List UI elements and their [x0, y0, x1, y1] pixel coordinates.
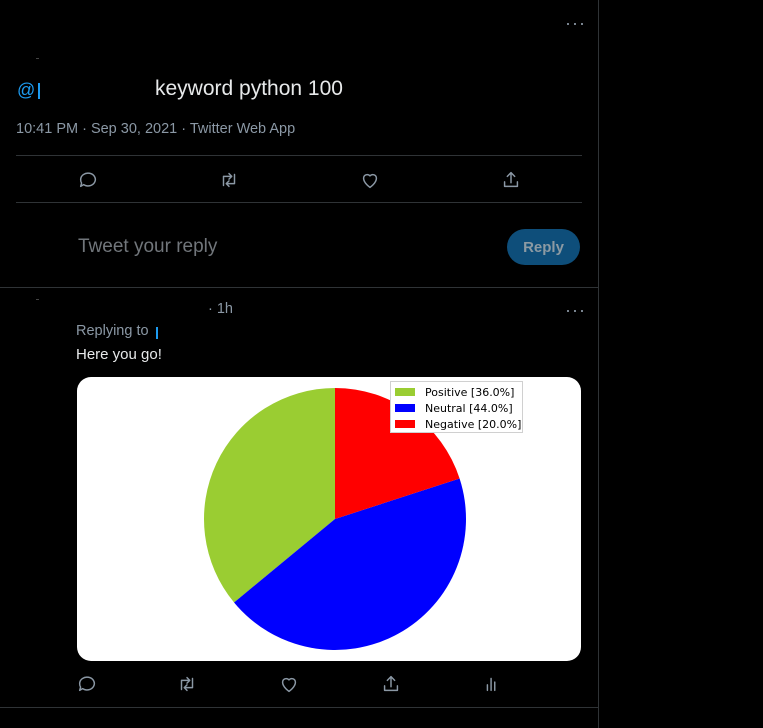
- retweet-icon[interactable]: [176, 673, 198, 695]
- tweet-more-button[interactable]: ···: [565, 14, 586, 32]
- legend-label-negative: Negative [20.0%]: [425, 417, 522, 431]
- legend-swatch-positive: [395, 388, 415, 396]
- chart-card[interactable]: Positive [36.0%] Neutral [44.0%] Negativ…: [77, 377, 581, 661]
- comment-icon[interactable]: [76, 673, 98, 695]
- legend-label-neutral: Neutral [44.0%]: [425, 401, 513, 415]
- legend-item-negative: Negative [20.0%]: [395, 417, 521, 431]
- divider: [16, 155, 582, 156]
- handle-cursor-fragment: [38, 83, 40, 99]
- legend-item-positive: Positive [36.0%]: [395, 385, 514, 399]
- tweet-meta: 10:41 PM · Sep 30, 2021 · Twitter Web Ap…: [16, 121, 296, 137]
- divider: [0, 287, 598, 288]
- share-icon[interactable]: [500, 169, 522, 191]
- timeline-column: ··· @ keyword python 100 10:41 PM · Sep …: [0, 0, 599, 728]
- legend-item-neutral: Neutral [44.0%]: [395, 401, 513, 415]
- like-icon[interactable]: [359, 169, 381, 191]
- comment-icon[interactable]: [77, 169, 99, 191]
- tweet-text: keyword python 100: [155, 77, 343, 100]
- legend-swatch-negative: [395, 420, 415, 428]
- reply-more-button[interactable]: ···: [565, 301, 586, 319]
- reply-button[interactable]: Reply: [507, 229, 580, 265]
- replying-to-label: Replying to: [76, 323, 149, 339]
- legend-swatch-neutral: [395, 404, 415, 412]
- reply-input[interactable]: Tweet your reply: [78, 236, 217, 258]
- divider: [16, 202, 582, 203]
- like-icon[interactable]: [278, 673, 300, 695]
- reply-time[interactable]: · 1h: [208, 301, 233, 317]
- tweet-handle[interactable]: @: [17, 80, 35, 101]
- analytics-icon[interactable]: [481, 673, 503, 695]
- chart-legend: Positive [36.0%] Neutral [44.0%] Negativ…: [390, 381, 523, 433]
- avatar-fragment: [36, 299, 39, 300]
- avatar-fragment: [36, 58, 39, 59]
- legend-label-positive: Positive [36.0%]: [425, 385, 515, 399]
- retweet-icon[interactable]: [218, 169, 240, 191]
- mention-fragment[interactable]: [156, 327, 164, 339]
- divider: [0, 707, 598, 708]
- reply-text: Here you go!: [76, 346, 162, 363]
- share-icon[interactable]: [380, 673, 402, 695]
